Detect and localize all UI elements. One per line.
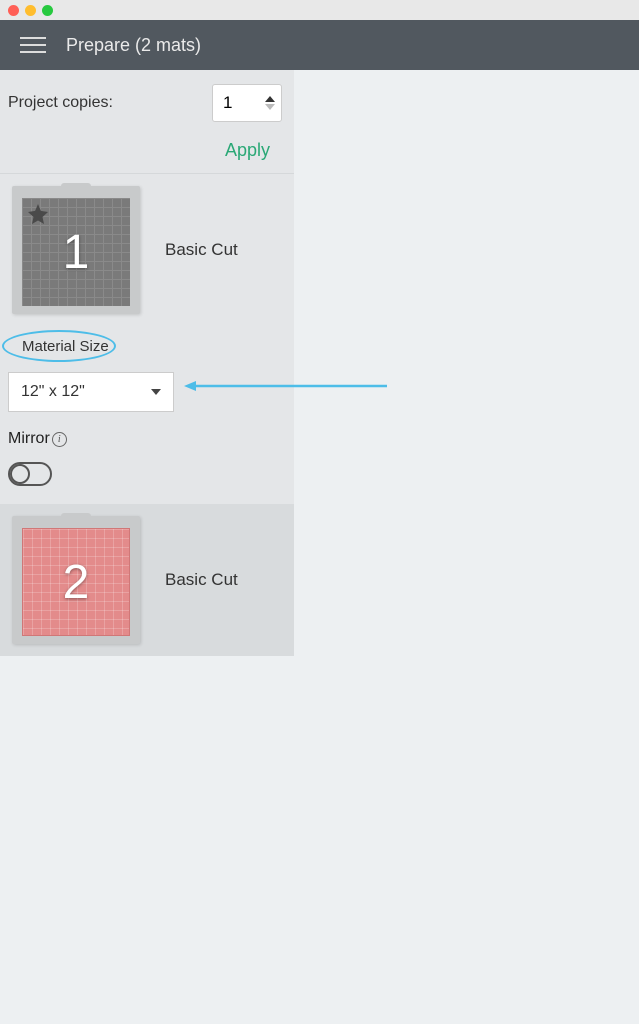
mat-2-label: Basic Cut (165, 570, 238, 590)
mat-2-section[interactable]: 2 Basic Cut (12, 516, 282, 644)
mirror-toggle[interactable] (8, 462, 52, 486)
toggle-knob (10, 464, 30, 484)
copies-input[interactable] (213, 93, 265, 113)
mat-1-label: Basic Cut (165, 240, 238, 260)
page-title: Prepare (2 mats) (66, 35, 201, 56)
decrement-icon[interactable] (265, 104, 275, 110)
window-titlebar (0, 0, 639, 20)
star-icon (26, 202, 50, 226)
mat-1-section[interactable]: 1 Basic Cut (0, 174, 294, 326)
annotation-arrow-icon (182, 376, 392, 396)
mirror-section: Mirror i (0, 412, 294, 504)
increment-icon[interactable] (265, 96, 275, 102)
material-size-value: 12" x 12" (21, 383, 85, 401)
menu-icon[interactable] (20, 37, 46, 53)
apply-button[interactable]: Apply (225, 140, 282, 161)
material-size-dropdown[interactable]: 12" x 12" (8, 372, 174, 412)
mirror-label: Mirror (8, 430, 50, 448)
maximize-window-button[interactable] (42, 5, 53, 16)
chevron-down-icon (151, 389, 161, 395)
minimize-window-button[interactable] (25, 5, 36, 16)
mat-1-thumbnail[interactable]: 1 (12, 186, 140, 314)
info-icon[interactable]: i (52, 432, 67, 447)
copies-stepper[interactable] (212, 84, 282, 122)
close-window-button[interactable] (8, 5, 19, 16)
mat-2-number: 2 (63, 555, 90, 610)
left-panel: Project copies: Apply 1 Basic Cut (0, 70, 294, 656)
material-size-section: Material Size 12" x 12" (0, 326, 294, 412)
mat-2-thumbnail[interactable]: 2 (12, 516, 140, 644)
project-copies-section: Project copies: Apply (0, 70, 294, 174)
project-copies-label: Project copies: (8, 94, 113, 112)
annotation-circle (2, 330, 116, 362)
app-header: Prepare (2 mats) (0, 20, 639, 70)
mat-1-number: 1 (63, 225, 90, 280)
